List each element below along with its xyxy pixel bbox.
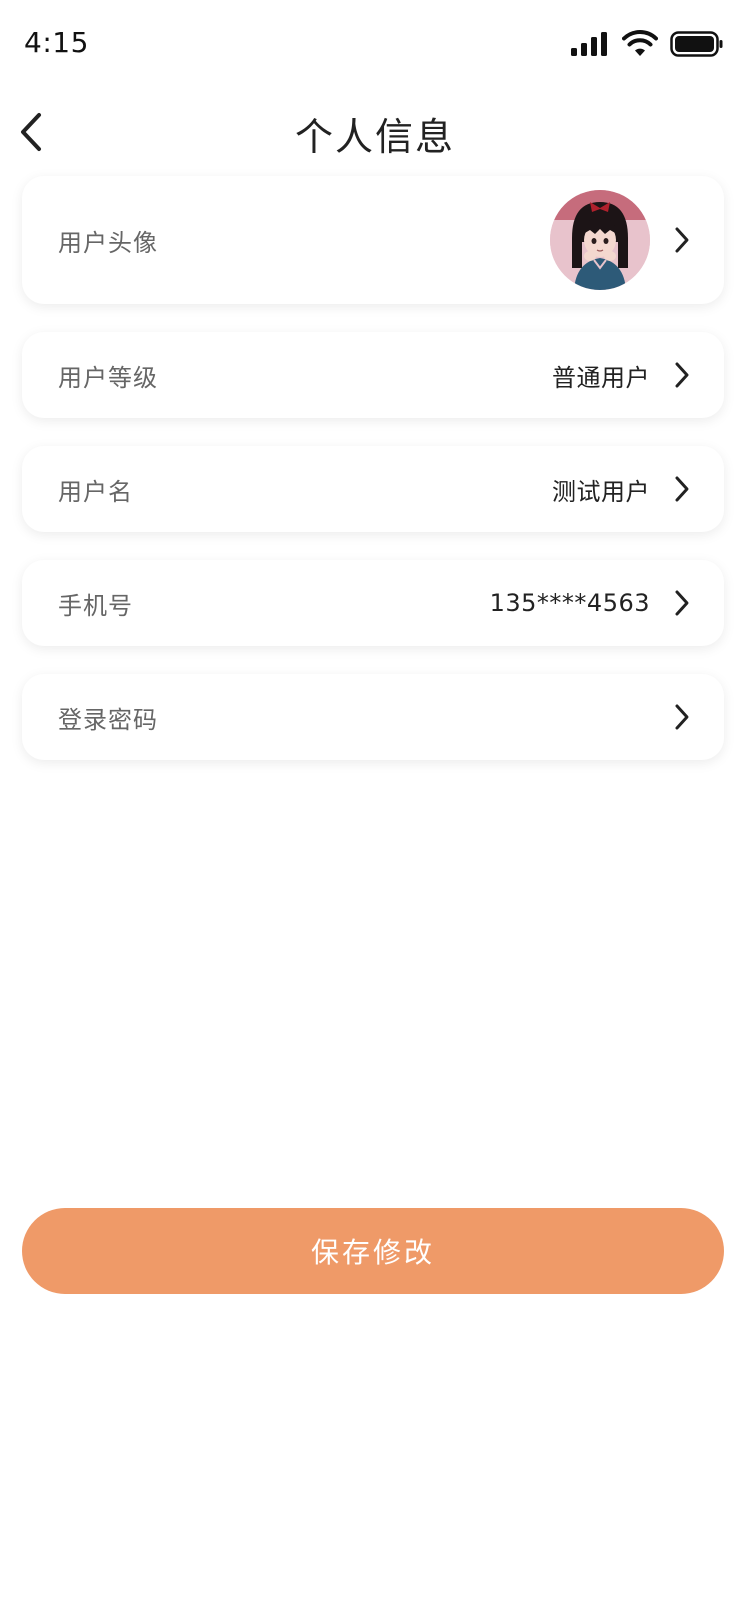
row-login-password[interactable]: 登录密码 bbox=[22, 674, 724, 760]
chevron-right-icon bbox=[672, 225, 692, 255]
row-phone[interactable]: 手机号 135****4563 bbox=[22, 560, 724, 646]
personal-info-page: 4:15 个人信息 用户头像 用户等级 普通用户 用户名 测试用户 手机号 13… bbox=[0, 0, 750, 1624]
row-phone-value: 135****4563 bbox=[489, 589, 650, 617]
save-changes-button[interactable]: 保存修改 bbox=[22, 1208, 724, 1294]
status-icons bbox=[570, 30, 724, 58]
row-login-password-label: 登录密码 bbox=[58, 705, 158, 734]
status-time: 4:15 bbox=[24, 26, 89, 59]
status-bar: 4:15 bbox=[0, 0, 750, 90]
row-user-level-value: 普通用户 bbox=[552, 363, 650, 392]
signal-icon bbox=[571, 32, 607, 56]
avatar[interactable] bbox=[550, 190, 650, 290]
row-user-avatar[interactable]: 用户头像 bbox=[22, 176, 724, 304]
battery-icon bbox=[670, 31, 723, 57]
row-username[interactable]: 用户名 测试用户 bbox=[22, 446, 724, 532]
chevron-right-icon bbox=[672, 588, 692, 618]
nav-bar: 个人信息 bbox=[0, 96, 750, 166]
row-user-avatar-label: 用户头像 bbox=[58, 228, 158, 257]
chevron-right-icon bbox=[672, 702, 692, 732]
row-username-label: 用户名 bbox=[58, 477, 133, 506]
row-user-level[interactable]: 用户等级 普通用户 bbox=[22, 332, 724, 418]
row-user-level-label: 用户等级 bbox=[58, 363, 158, 392]
wifi-icon bbox=[622, 30, 658, 56]
row-username-value: 测试用户 bbox=[552, 477, 650, 506]
chevron-right-icon bbox=[672, 474, 692, 504]
chevron-right-icon bbox=[672, 360, 692, 390]
page-title: 个人信息 bbox=[294, 115, 455, 159]
row-phone-label: 手机号 bbox=[58, 591, 133, 620]
